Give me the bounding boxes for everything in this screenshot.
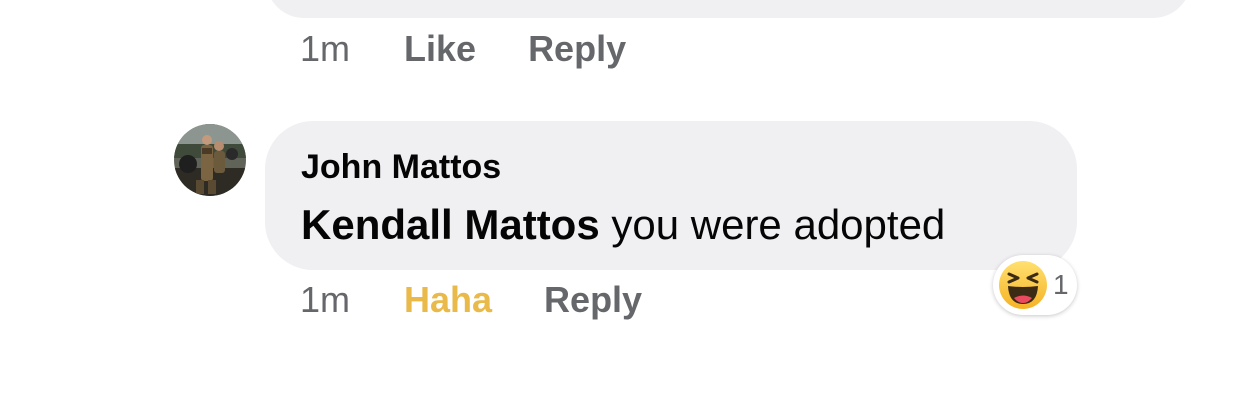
comment-body: you were adopted [599, 201, 946, 248]
comment-author[interactable]: John Mattos [301, 148, 501, 187]
avatar[interactable] [174, 124, 246, 196]
comment-actions: 1m Haha Reply [300, 278, 694, 322]
haha-reaction-button[interactable]: Haha [404, 279, 492, 321]
reaction-count: 1 [1053, 269, 1069, 300]
reply-button[interactable]: Reply [544, 279, 642, 321]
comment-bubble: John Mattos Kendall Mattos you were adop… [265, 121, 1077, 270]
comment-timestamp: 1m [300, 279, 351, 320]
like-button[interactable]: Like [404, 28, 476, 70]
previous-comment-actions: 1m Like Reply [300, 27, 678, 71]
mention-link[interactable]: Kendall Mattos [301, 201, 600, 248]
avatar-photo [174, 124, 246, 196]
previous-comment-bubble [266, 0, 1191, 18]
reaction-badge[interactable]: 1 [993, 255, 1077, 315]
reply-button[interactable]: Reply [528, 28, 626, 70]
previous-comment-timestamp: 1m [300, 28, 351, 69]
comment-text: Kendall Mattos you were adopted [301, 201, 945, 249]
haha-emoji-icon [999, 261, 1047, 309]
